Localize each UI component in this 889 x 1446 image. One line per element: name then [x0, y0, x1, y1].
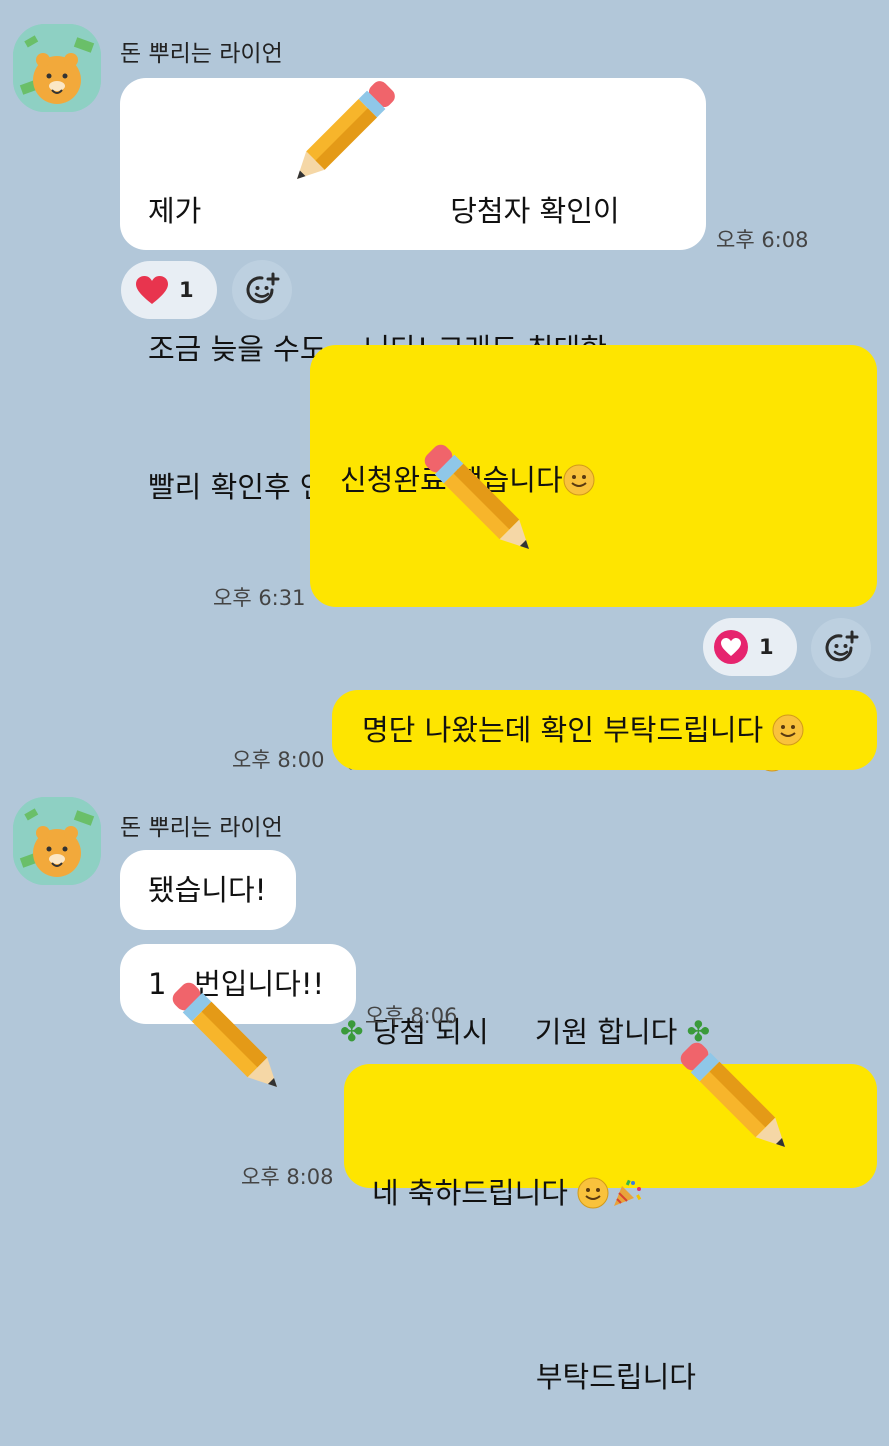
smile-emoji-icon [563, 464, 595, 496]
smile-emoji-icon [577, 1177, 609, 1209]
reaction-heart-pill[interactable]: 1 [703, 618, 797, 676]
add-reaction-icon [246, 272, 280, 304]
reaction-count: 1 [759, 635, 774, 659]
message-line: 명단 나왔는데 확인 부탁드립니다 [362, 713, 773, 747]
avatar-lion[interactable] [13, 24, 101, 112]
message-bubble-outgoing[interactable]: 명단 나왔는데 확인 부탁드립니다 [332, 690, 877, 770]
add-reaction-icon [825, 630, 859, 662]
sender-name: 돈 뿌리는 라이언 [120, 41, 283, 67]
heart-icon [136, 276, 168, 304]
avatar-lion[interactable] [13, 797, 101, 885]
clover-icon: ✤ [686, 1015, 711, 1048]
timestamp: 오후 8:06 [365, 1004, 458, 1028]
heart-icon [714, 630, 748, 664]
add-reaction-button[interactable] [811, 618, 871, 678]
lion-avatar-icon [13, 797, 101, 885]
message-line: 1 번입니다!! [148, 967, 325, 1001]
message-line: 네 축하드립니다 [372, 1176, 578, 1210]
timestamp: 오후 6:08 [716, 228, 809, 252]
timestamp: 오후 8:00 [232, 748, 325, 772]
message-bubble-incoming[interactable]: 제가 당첨자 확인이 조금 늦을 수도 니다! 그래도 최대한 빨리 확인후 연… [120, 78, 706, 504]
party-popper-icon [614, 1179, 642, 1206]
message-line: 됐습니다! [148, 873, 267, 907]
lion-avatar-icon [13, 24, 101, 112]
reaction-heart-pill[interactable]: 1 [121, 261, 217, 319]
message-line: 제가 당첨자 확인이 [148, 194, 620, 228]
timestamp: 오후 8:08 [241, 1165, 334, 1189]
message-bubble-outgoing[interactable]: 네 축하드립니다 부탁드립니다 [344, 1064, 877, 1394]
message-line: 신청완료 했습니다 [340, 463, 563, 497]
message-line-row: 부탁드립니다 [344, 1308, 877, 1394]
message-line: 부탁드립니다 [535, 1360, 696, 1394]
message-bubble-incoming[interactable]: 1 번입니다!! [120, 944, 356, 1024]
message-line-row: 신청완료 했습니다 [340, 457, 877, 503]
timestamp: 오후 6:31 [213, 586, 306, 610]
message-bubble-incoming[interactable]: 됐습니다! [120, 850, 296, 930]
smile-emoji-icon [772, 714, 804, 746]
reaction-count: 1 [179, 278, 194, 302]
message-bubble-outgoing[interactable]: 신청완료 했습니다 미 시 연락 안주셔도 됩니다 ✤ 당첨 되시 기원 합니다… [310, 345, 877, 1049]
sender-name: 돈 뿌리는 라이언 [120, 815, 283, 841]
message-line-row: 네 축하드립니다 [344, 1170, 877, 1216]
add-reaction-button[interactable] [232, 260, 292, 320]
